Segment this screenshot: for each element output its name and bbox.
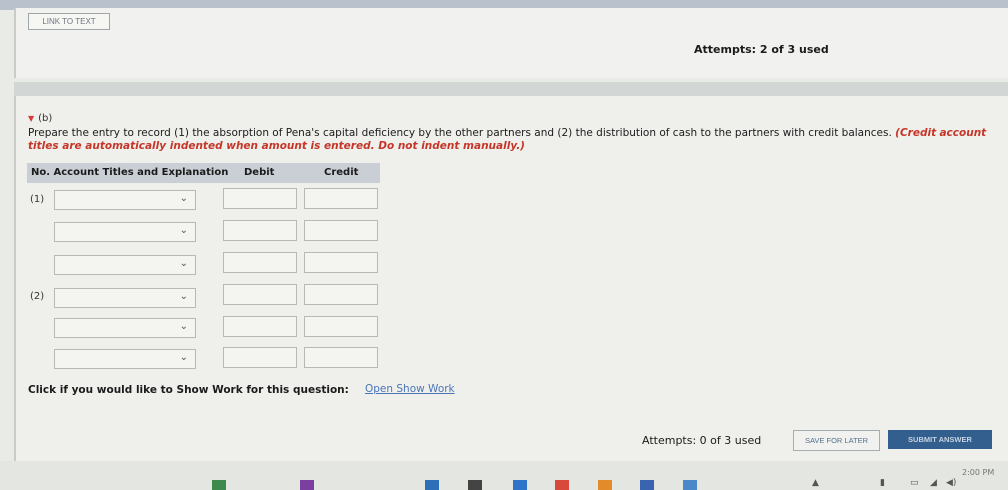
credit-input[interactable] [304, 347, 378, 368]
account-title-select[interactable]: ⌄ [54, 318, 196, 338]
wifi-icon[interactable]: ◢ [930, 478, 937, 488]
debit-input[interactable] [223, 188, 297, 209]
prompt-text: Prepare the entry to record (1) the abso… [28, 127, 892, 139]
attempts-counter-top: Attempts: 2 of 3 used [694, 43, 829, 56]
app-icon[interactable] [598, 480, 612, 490]
credit-input[interactable] [304, 188, 378, 209]
network-icon[interactable]: ▭ [910, 478, 919, 488]
tray-chevron-icon[interactable]: ▲ [812, 478, 819, 488]
calendar-icon[interactable] [683, 480, 697, 490]
credit-input[interactable] [304, 284, 378, 305]
submit-answer-button[interactable]: SUBMIT ANSWER [888, 430, 992, 449]
chevron-down-icon: ⌄ [179, 321, 188, 332]
battery-icon[interactable]: ▮ [880, 478, 885, 488]
section-divider [14, 82, 1008, 96]
credit-input[interactable] [304, 220, 378, 241]
printer-icon[interactable] [468, 480, 482, 490]
entry-label-2: (2) [30, 291, 45, 302]
chrome-icon[interactable] [555, 480, 569, 490]
debit-input[interactable] [223, 252, 297, 273]
attempts-counter-bottom: Attempts: 0 of 3 used [642, 434, 762, 447]
header-credit: Credit [324, 167, 359, 178]
credit-input[interactable] [304, 316, 378, 337]
chevron-down-icon: ⌄ [179, 258, 188, 269]
chevron-down-icon: ⌄ [179, 225, 188, 236]
collapse-arrow-icon[interactable]: ▼ [28, 114, 34, 123]
app-icon[interactable] [513, 480, 527, 490]
debit-input[interactable] [223, 220, 297, 241]
app-icon[interactable] [640, 480, 654, 490]
app-icon[interactable] [212, 480, 226, 490]
app-icon[interactable] [425, 480, 439, 490]
account-title-select[interactable]: ⌄ [54, 349, 196, 369]
save-for-later-button[interactable]: SAVE FOR LATER [793, 430, 880, 451]
debit-input[interactable] [223, 284, 297, 305]
entry-label-1: (1) [30, 194, 45, 205]
credit-input[interactable] [304, 252, 378, 273]
chevron-down-icon: ⌄ [179, 291, 188, 302]
account-title-select[interactable]: ⌄ [54, 190, 196, 210]
part-b-label[interactable]: ▼ (b) [28, 113, 52, 124]
part-label-text: (b) [38, 113, 53, 124]
taskbar-clock[interactable]: 2:00 PM [962, 468, 994, 477]
taskbar [0, 461, 1008, 490]
chevron-down-icon: ⌄ [179, 193, 188, 204]
app-icon[interactable] [300, 480, 314, 490]
attempts-panel [14, 8, 1008, 78]
account-title-select[interactable]: ⌄ [54, 288, 196, 308]
show-work-prompt: Click if you would like to Show Work for… [28, 384, 349, 396]
account-title-select[interactable]: ⌄ [54, 222, 196, 242]
header-debit: Debit [244, 167, 275, 178]
chevron-down-icon: ⌄ [179, 352, 188, 363]
volume-icon[interactable]: ◀) [946, 478, 956, 488]
link-to-text-button[interactable]: LINK TO TEXT [28, 13, 110, 30]
open-show-work-link[interactable]: Open Show Work [365, 383, 455, 395]
account-title-select[interactable]: ⌄ [54, 255, 196, 275]
debit-input[interactable] [223, 347, 297, 368]
header-no-account: No. Account Titles and Explanation [31, 167, 229, 178]
debit-input[interactable] [223, 316, 297, 337]
question-prompt: Prepare the entry to record (1) the abso… [28, 127, 988, 153]
prompt-note-start: (Credit [895, 127, 937, 139]
journal-table-header: No. Account Titles and Explanation Debit… [27, 163, 380, 183]
